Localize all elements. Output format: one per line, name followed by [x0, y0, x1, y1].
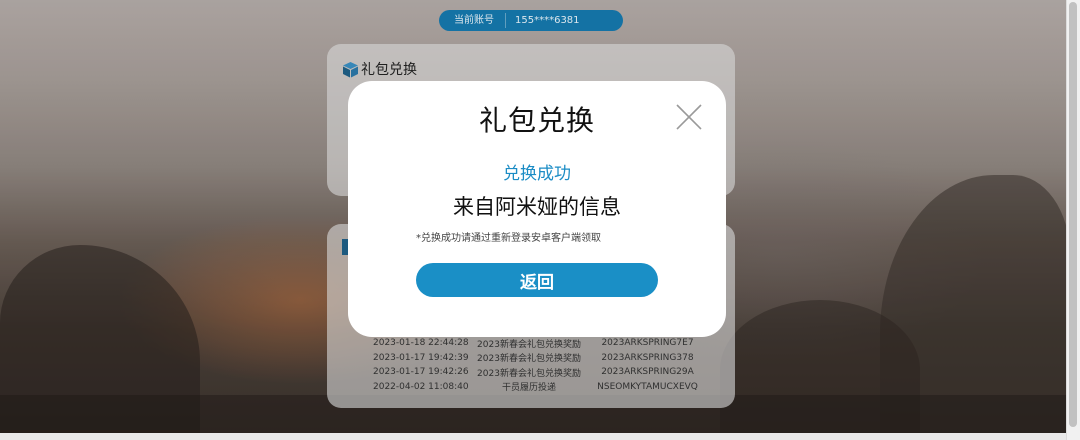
note-text: *兑换成功请通过重新登录安卓客户端领取 [416, 233, 601, 244]
redeem-result-modal: 礼包兑换 兑换成功 来自阿米娅的信息 *兑换成功请通过重新登录安卓客户端领取 返… [348, 81, 726, 337]
horizontal-scrollbar[interactable] [0, 433, 1066, 440]
close-icon[interactable] [674, 102, 704, 132]
vertical-scrollbar-thumb[interactable] [1069, 2, 1077, 427]
return-button[interactable]: 返回 [416, 263, 658, 297]
modal-title: 礼包兑换 [478, 104, 595, 137]
message-text: 来自阿米娅的信息 [453, 195, 621, 219]
success-text: 兑换成功 [503, 164, 571, 184]
